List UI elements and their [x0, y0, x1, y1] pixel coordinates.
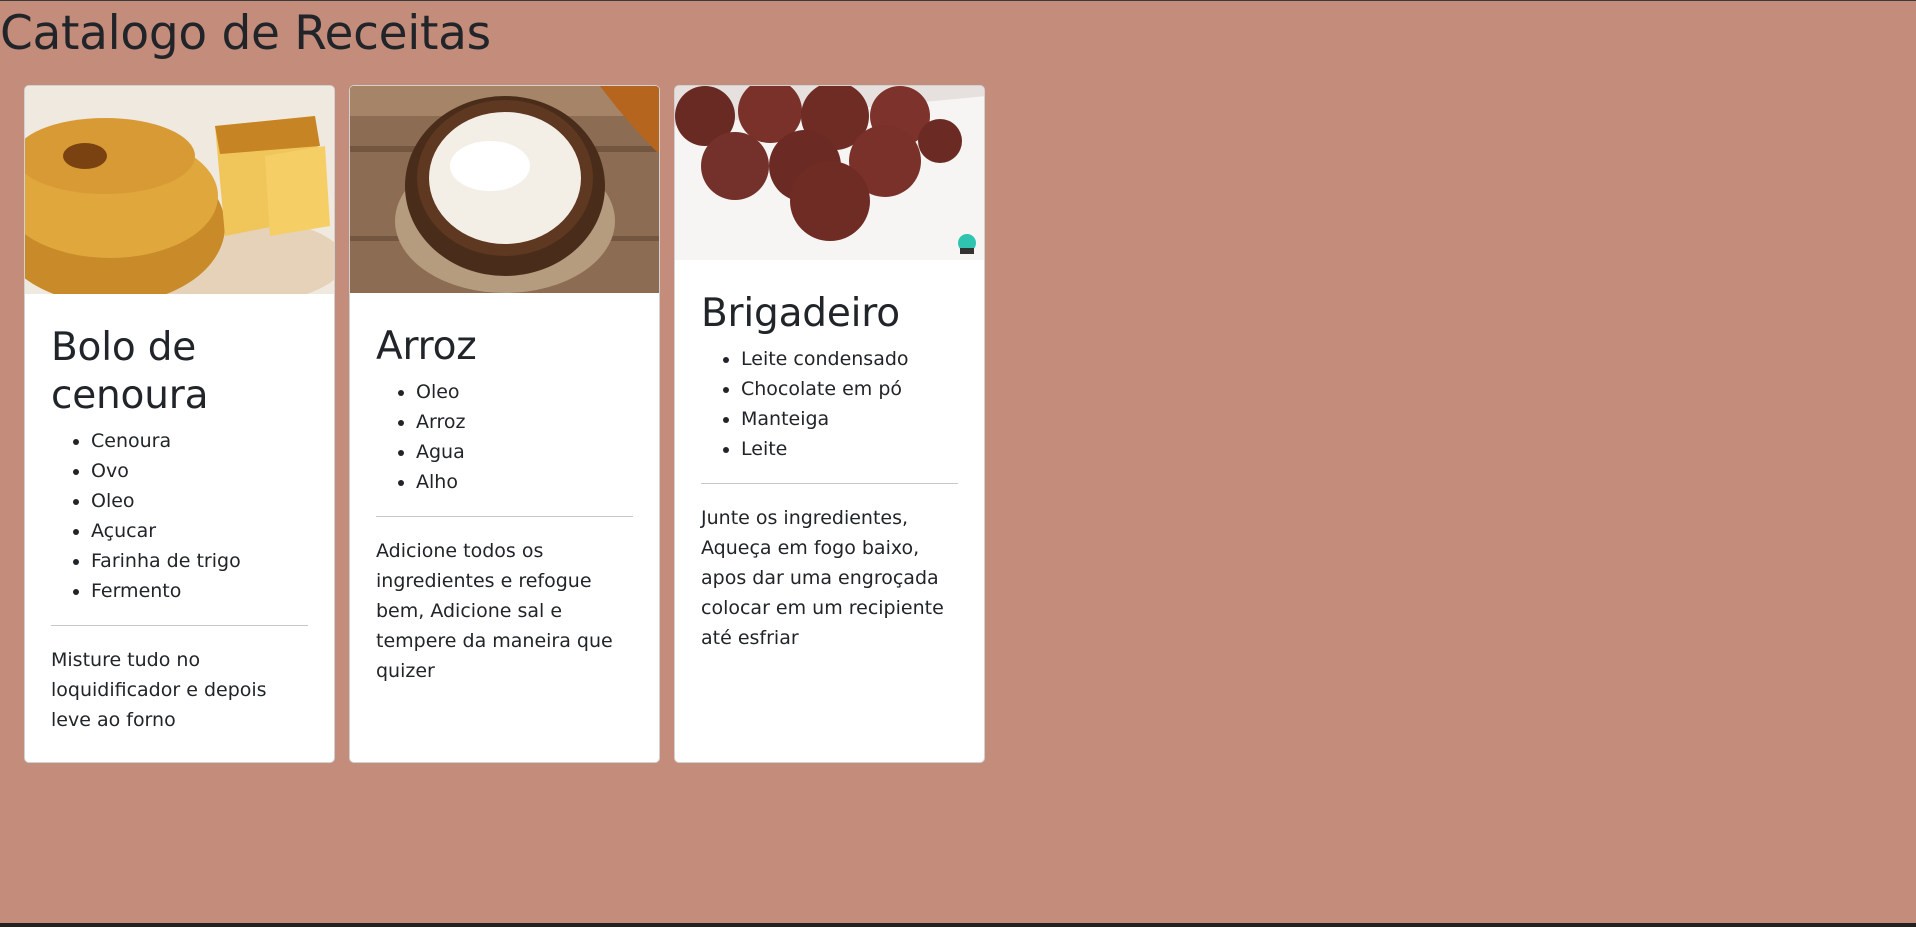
recipe-method: Junte os ingredientes, Aqueça em fogo ba…	[701, 507, 944, 649]
recipe-title: Brigadeiro	[701, 291, 900, 336]
ingredient-list: Cenoura Ovo Oleo Açucar Farinha de trigo…	[51, 426, 308, 606]
ingredient-item: Arroz	[416, 407, 633, 437]
ingredient-item: Agua	[416, 437, 633, 467]
ingredient-item: Açucar	[91, 516, 308, 546]
ingredient-item: Ovo	[91, 456, 308, 486]
divider	[376, 516, 633, 517]
bottom-bar	[0, 923, 1916, 927]
page-title: Catalogo de Receitas	[0, 6, 491, 61]
ingredient-list: Leite condensado Chocolate em pó Manteig…	[701, 344, 958, 464]
divider	[701, 483, 958, 484]
carrot-cake-illustration	[25, 86, 334, 306]
ingredient-list: Oleo Arroz Agua Alho	[376, 377, 633, 497]
ingredient-item: Oleo	[416, 377, 633, 407]
recipe-card: Arroz Oleo Arroz Agua Alho Adicione todo…	[349, 85, 660, 763]
recipe-card: Brigadeiro Leite condensado Chocolate em…	[674, 85, 985, 763]
ingredient-item: Alho	[416, 467, 633, 497]
recipe-title: Bolo de cenoura	[51, 325, 209, 418]
recipe-title: Arroz	[376, 324, 477, 369]
ingredient-item: Fermento	[91, 576, 308, 606]
ingredient-item: Leite	[741, 434, 958, 464]
ingredient-item: Chocolate em pó	[741, 374, 958, 404]
ingredient-item: Manteiga	[741, 404, 958, 434]
rice-bowl-illustration	[350, 86, 659, 293]
brigadeiro-image	[675, 86, 984, 260]
rice-bowl-image	[350, 86, 659, 293]
recipe-cards: Bolo de cenoura Cenoura Ovo Oleo Açucar …	[24, 85, 985, 763]
ingredient-item: Farinha de trigo	[91, 546, 308, 576]
recipe-method: Misture tudo no loquidificador e depois …	[51, 649, 267, 731]
divider	[51, 625, 308, 626]
carrot-cake-image	[25, 86, 334, 306]
top-border	[0, 0, 1916, 1]
brigadeiro-illustration	[675, 86, 984, 260]
ingredient-item: Oleo	[91, 486, 308, 516]
ingredient-item: Cenoura	[91, 426, 308, 456]
recipe-method: Adicione todos os ingredientes e refogue…	[376, 540, 613, 682]
ingredient-item: Leite condensado	[741, 344, 958, 374]
recipe-card: Bolo de cenoura Cenoura Ovo Oleo Açucar …	[24, 85, 335, 763]
